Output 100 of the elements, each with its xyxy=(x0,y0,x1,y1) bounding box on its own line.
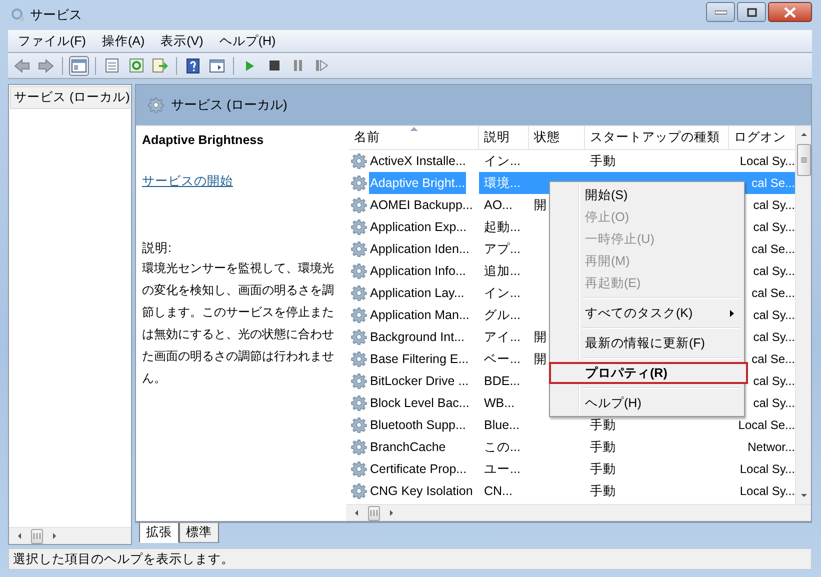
scroll-left-icon[interactable] xyxy=(16,532,24,540)
scroll-down-icon[interactable] xyxy=(800,492,808,500)
table-cell[interactable]: Bluetooth Supp... xyxy=(369,416,467,434)
table-cell: cal Sy... xyxy=(753,396,795,410)
table-cell: cal Se... xyxy=(752,176,795,190)
table-cell[interactable]: Application Iden... xyxy=(369,240,470,258)
grip-icon xyxy=(800,156,806,164)
close-button[interactable] xyxy=(768,2,812,22)
scroll-right-icon[interactable] xyxy=(387,509,395,517)
panel-title: サービス (ローカル) xyxy=(171,96,288,114)
tab[interactable]: 標準 xyxy=(179,523,219,543)
table-cell-text: Blue... xyxy=(483,418,520,432)
table-cell[interactable]: Application Lay... xyxy=(369,284,466,302)
table-cell: cal Sy... xyxy=(753,330,795,344)
table-cell: 環境... xyxy=(479,172,529,194)
table-cell: cal Se... xyxy=(752,242,795,256)
tree-item[interactable]: サービス (ローカル) xyxy=(10,86,130,109)
minimize-button[interactable] xyxy=(706,2,735,22)
table-cell-text: 手動 xyxy=(589,416,617,434)
table-cell-text: ベー... xyxy=(483,350,522,368)
status-bar: 選択した項目のヘルプを表示します。 xyxy=(8,548,812,570)
table-cell-text: アイ... xyxy=(483,328,522,346)
scroll-thumb[interactable] xyxy=(368,506,380,520)
table-cell-text: WB... xyxy=(483,396,516,410)
scroll-right-icon[interactable] xyxy=(50,532,58,540)
table-cell: cal Sy... xyxy=(753,374,795,388)
table-cell-text: 手動 xyxy=(589,152,617,170)
table-cell[interactable]: Application Info... xyxy=(369,262,467,280)
export-icon[interactable] xyxy=(150,56,170,76)
table-cell[interactable]: ActiveX Installe... xyxy=(369,152,467,170)
column-header[interactable]: スタートアップの種類 xyxy=(585,126,729,149)
menu-item[interactable]: 表示(V) xyxy=(160,32,204,50)
table-cell-text: この... xyxy=(483,438,522,456)
table-cell: cal Se... xyxy=(752,286,795,300)
scroll-thumb[interactable] xyxy=(31,528,43,544)
table-cell-text: 開 xyxy=(533,350,548,368)
table-cell-text: 手動 xyxy=(589,438,617,456)
menu-item[interactable]: 開始(S) xyxy=(552,184,742,206)
table-cell[interactable]: Application Man... xyxy=(369,306,470,324)
start-service-link[interactable]: サービスの開始 xyxy=(142,173,233,190)
grip-icon xyxy=(369,510,379,516)
table-cell-text: BDE... xyxy=(483,374,522,388)
column-header[interactable]: 名前 xyxy=(349,126,479,149)
menu-item[interactable]: 最新の情報に更新(F) xyxy=(552,332,742,354)
table-cell[interactable]: Block Level Bac... xyxy=(369,394,470,412)
minimize-icon xyxy=(714,10,726,14)
service-name: Adaptive Brightness xyxy=(142,133,265,147)
table-cell: Local Sy... xyxy=(740,462,795,476)
menu-item[interactable]: プロパティ(R) xyxy=(549,362,748,384)
window-title: サービス xyxy=(30,6,82,24)
panel-toggle-icon[interactable] xyxy=(69,56,89,76)
table-cell: Local Sy... xyxy=(740,154,795,168)
table-cell-text: アプ... xyxy=(483,240,522,258)
table-cell: cal Se... xyxy=(752,352,795,366)
table-cell: cal Sy... xyxy=(753,198,795,212)
column-header[interactable]: 状態 xyxy=(529,126,585,149)
table-cell[interactable]: Certificate Prop... xyxy=(369,460,468,478)
sort-arrow-icon xyxy=(410,126,418,131)
table-cell-text: 手動 xyxy=(589,460,617,478)
table-cell[interactable]: BranchCache xyxy=(369,438,447,456)
table-cell-text: ユー... xyxy=(483,460,522,478)
menu-item[interactable]: ヘルプ(H) xyxy=(219,32,276,50)
table-cell: Networ... xyxy=(748,440,795,454)
vertical-scrollbar[interactable] xyxy=(795,126,811,504)
table-cell[interactable]: Background Int... xyxy=(369,328,466,346)
column-header[interactable]: 説明 xyxy=(479,126,529,149)
table-cell[interactable]: AOMEI Backupp... xyxy=(369,196,474,214)
maximize-button[interactable] xyxy=(737,2,766,22)
table-cell[interactable]: Base Filtering E... xyxy=(369,350,470,368)
table-cell[interactable]: CNG Key Isolation xyxy=(369,482,474,500)
table-cell-text: CN... xyxy=(483,484,514,498)
submenu-arrow-icon xyxy=(730,310,734,316)
menu-item[interactable]: ヘルプ(H) xyxy=(552,392,742,414)
table-cell: cal Sy... xyxy=(753,264,795,278)
table-cell-text: 開 xyxy=(533,328,548,346)
table-cell[interactable]: Application Exp... xyxy=(369,218,468,236)
maximize-icon xyxy=(746,8,756,16)
horizontal-scrollbar[interactable] xyxy=(346,504,811,521)
description-label: 説明: xyxy=(142,240,172,257)
table-cell: Local Sy... xyxy=(740,484,795,498)
grip-icon xyxy=(32,533,42,539)
table-cell-text: AO... xyxy=(483,198,514,212)
table-cell-text: 追加... xyxy=(483,262,522,280)
menu-item[interactable]: 操作(A) xyxy=(102,32,145,50)
table-cell[interactable]: BitLocker Drive ... xyxy=(369,372,470,390)
description-text: 環境光センサーを監視して、環境光の変化を検知し、画面の明るさを調節します。このサービスを停止または無効にすると、光の状態に合わせた画面の明るさの調節は行われません。 xyxy=(142,260,335,387)
horizontal-scrollbar[interactable] xyxy=(9,527,131,544)
table-cell: Local Se... xyxy=(738,418,795,432)
menu-item[interactable]: ファイル(F) xyxy=(18,32,86,50)
table-cell-text: 手動 xyxy=(589,482,617,500)
table-cell-text: イン... xyxy=(483,284,522,302)
scroll-thumb[interactable] xyxy=(796,144,810,176)
table-cell: cal Sy... xyxy=(753,220,795,234)
table-cell-text: 開 xyxy=(533,196,548,214)
tab[interactable]: 拡張 xyxy=(139,523,179,543)
table-cell: cal Sy... xyxy=(753,308,795,322)
scroll-left-icon[interactable] xyxy=(353,509,361,517)
close-icon xyxy=(784,6,796,18)
menu-item[interactable]: すべてのタスク(K) xyxy=(552,302,742,324)
scroll-up-icon[interactable] xyxy=(800,130,808,138)
